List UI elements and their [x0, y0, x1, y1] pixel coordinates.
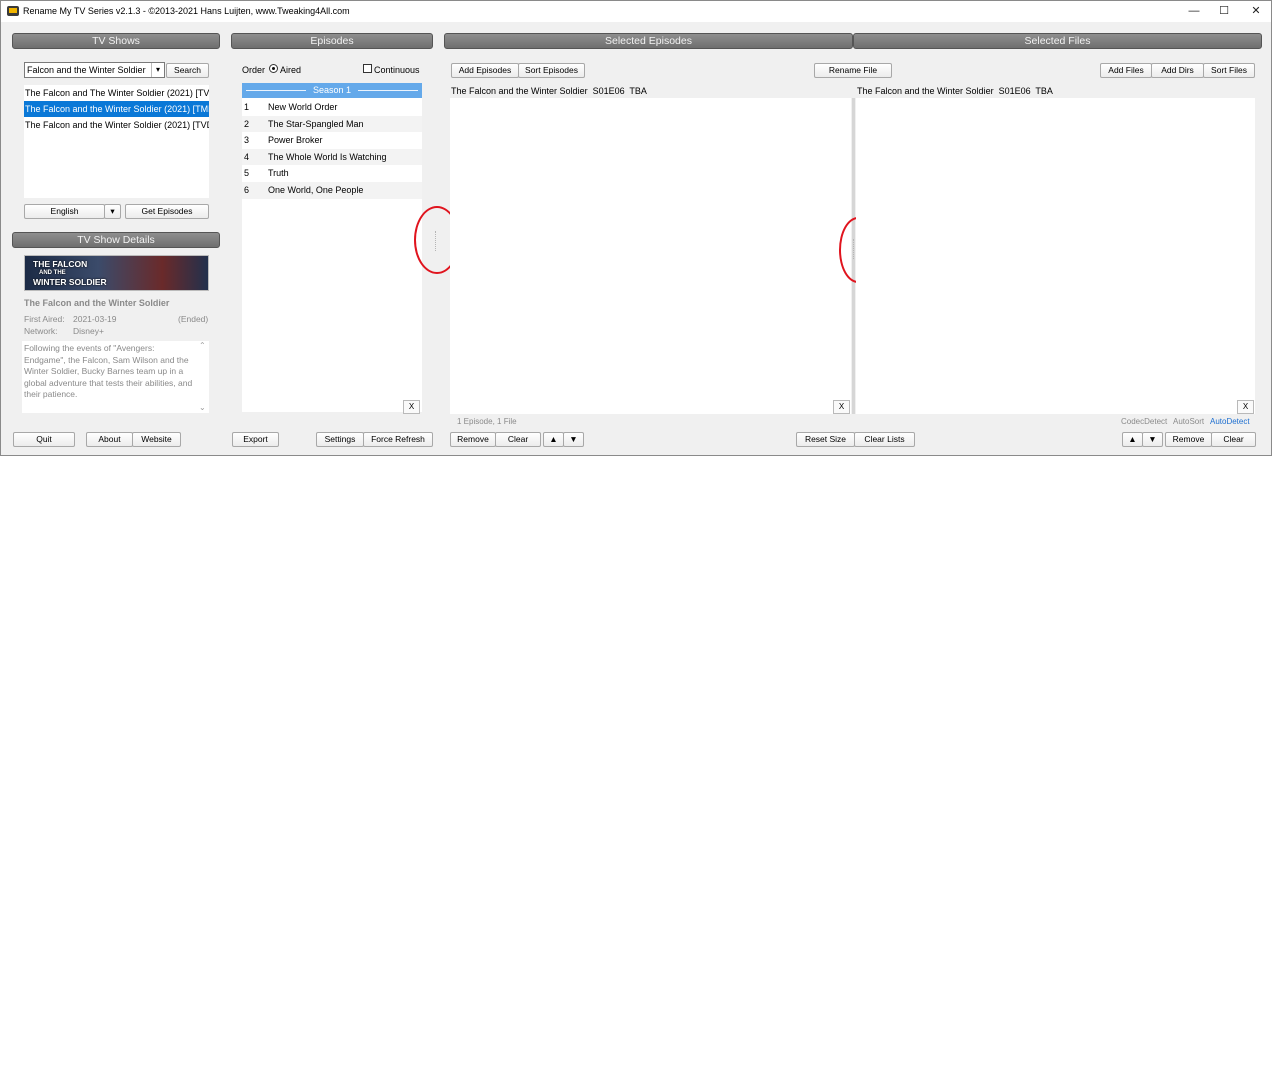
move-up-icon[interactable]: ▲: [1122, 432, 1143, 447]
move-up-icon[interactable]: ▲: [543, 432, 564, 447]
auto-detect-toggle[interactable]: AutoDetect: [1210, 417, 1250, 426]
continuous-checkbox[interactable]: [363, 64, 372, 73]
episode-number: 1: [244, 102, 250, 112]
season-label: Season 1: [312, 85, 352, 95]
selected-files-list[interactable]: [856, 98, 1255, 414]
app-window: Rename My TV Series v2.1.3 - ©2013-2021 …: [0, 0, 1272, 456]
show-results-list[interactable]: The Falcon and The Winter Soldier (2021)…: [24, 85, 209, 198]
app-logo-icon: [7, 6, 19, 16]
quit-button[interactable]: Quit: [13, 432, 75, 447]
network-value: Disney+: [73, 326, 104, 336]
episode-title: The Whole World Is Watching: [268, 151, 387, 162]
minimize-button[interactable]: —: [1177, 1, 1211, 22]
tv-shows-header: TV Shows: [12, 33, 220, 49]
show-title: The Falcon and the Winter Soldier: [24, 298, 170, 308]
search-input[interactable]: Falcon and the Winter Soldier: [25, 63, 149, 77]
clear-selected-files-x-button[interactable]: X: [1237, 400, 1254, 414]
move-down-icon[interactable]: ▼: [1142, 432, 1163, 447]
show-search-combobox[interactable]: Falcon and the Winter Soldier ▾: [24, 62, 165, 78]
tv-show-details-header: TV Show Details: [12, 232, 220, 248]
add-dirs-button[interactable]: Add Dirs: [1151, 63, 1204, 78]
episode-row[interactable]: 6 One World, One People: [242, 182, 422, 199]
close-button[interactable]: ✕: [1239, 1, 1272, 22]
list-item-selected[interactable]: The Falcon and the Winter Soldier (2021)…: [24, 101, 209, 117]
list-item[interactable]: The Falcon and the Winter Soldier (2021)…: [24, 117, 209, 133]
banner-title-line: WINTER SOLDIER: [33, 277, 107, 287]
overview-text: Following the events of "Avengers: Endga…: [24, 343, 193, 400]
sort-files-button[interactable]: Sort Files: [1203, 63, 1255, 78]
reset-size-button[interactable]: Reset Size: [796, 432, 855, 447]
season-divider: [358, 90, 418, 91]
list-item[interactable]: The Falcon and The Winter Soldier (2021)…: [24, 85, 209, 101]
aired-radio[interactable]: [269, 64, 278, 73]
banner-title-line: THE FALCON: [33, 259, 88, 269]
episode-row[interactable]: 4 The Whole World Is Watching: [242, 148, 422, 166]
sort-episodes-button[interactable]: Sort Episodes: [518, 63, 585, 78]
move-down-icon[interactable]: ▼: [563, 432, 584, 447]
language-select[interactable]: English: [24, 204, 105, 219]
first-aired-value: 2021-03-19: [73, 314, 117, 324]
selected-file-entry[interactable]: The Falcon and the Winter Soldier S01E06…: [857, 86, 1053, 96]
episode-title: The Star-Spangled Man: [268, 118, 364, 129]
episode-title: New World Order: [268, 102, 338, 112]
episode-number: 2: [244, 118, 250, 129]
auto-sort-toggle[interactable]: AutoSort: [1173, 417, 1204, 426]
network-label: Network:: [24, 326, 58, 336]
overview-box[interactable]: Following the events of "Avengers: Endga…: [22, 341, 209, 413]
clear-lists-button[interactable]: Clear Lists: [854, 432, 915, 447]
clear-files-button[interactable]: Clear: [1211, 432, 1256, 447]
episode-list[interactable]: Season 1 1 New World Order 2 The Star-Sp…: [242, 83, 422, 412]
chevron-down-icon[interactable]: ▾: [104, 204, 121, 219]
get-episodes-button[interactable]: Get Episodes: [125, 204, 209, 219]
settings-button[interactable]: Settings: [316, 432, 364, 447]
selected-files-header: Selected Files: [853, 33, 1262, 49]
add-episodes-button[interactable]: Add Episodes: [451, 63, 519, 78]
export-button[interactable]: Export: [232, 432, 279, 447]
about-button[interactable]: About: [86, 432, 133, 447]
selected-episode-entry[interactable]: The Falcon and the Winter Soldier S01E06…: [451, 86, 647, 96]
website-button[interactable]: Website: [132, 432, 181, 447]
add-files-button[interactable]: Add Files: [1100, 63, 1152, 78]
episode-title: Power Broker: [268, 135, 323, 146]
maximize-button[interactable]: ☐: [1207, 1, 1241, 22]
episode-row[interactable]: 3 Power Broker: [242, 132, 422, 149]
radio-dot-icon: [272, 67, 275, 70]
order-label: Order: [242, 65, 266, 75]
show-banner-image: THE FALCON AND THE WINTER SOLDIER: [24, 255, 209, 291]
status-badge: (Ended): [178, 314, 209, 324]
aired-label: Aired: [280, 65, 302, 75]
episode-number: 5: [244, 168, 250, 179]
clear-episodes-button[interactable]: Clear: [495, 432, 541, 447]
first-aired-label: First Aired:: [24, 314, 65, 324]
window-title: Rename My TV Series v2.1.3 - ©2013-2021 …: [23, 6, 350, 16]
episode-number: 4: [244, 151, 250, 162]
rename-file-button[interactable]: Rename File: [814, 63, 892, 78]
episode-row[interactable]: 1 New World Order: [242, 99, 422, 116]
selected-episodes-header: Selected Episodes: [444, 33, 853, 49]
search-button[interactable]: Search: [166, 63, 209, 78]
title-bar: Rename My TV Series v2.1.3 - ©2013-2021 …: [1, 1, 1271, 22]
episode-number: 3: [244, 135, 250, 146]
scroll-down-icon[interactable]: ⌄: [199, 403, 206, 412]
remove-file-button[interactable]: Remove: [1165, 432, 1212, 447]
chevron-down-icon[interactable]: ▾: [151, 63, 164, 77]
episode-title: Truth: [268, 168, 289, 179]
remove-episode-button[interactable]: Remove: [450, 432, 496, 447]
codec-detect-toggle[interactable]: CodecDetect: [1121, 417, 1167, 426]
episode-number: 6: [244, 185, 250, 195]
continuous-label: Continuous: [374, 65, 420, 75]
clear-episodes-x-button[interactable]: X: [403, 400, 420, 414]
selected-episodes-list[interactable]: [450, 98, 851, 414]
episode-row[interactable]: 5 Truth: [242, 165, 422, 182]
episode-row[interactable]: 2 The Star-Spangled Man: [242, 115, 422, 133]
force-refresh-button[interactable]: Force Refresh: [363, 432, 433, 447]
season-divider: [246, 90, 306, 91]
season-group-header[interactable]: Season 1: [242, 83, 422, 98]
episodes-header: Episodes: [231, 33, 433, 49]
clear-selected-episodes-x-button[interactable]: X: [833, 400, 850, 414]
episode-file-count: 1 Episode, 1 File: [457, 417, 517, 426]
episode-title: One World, One People: [268, 185, 364, 195]
scroll-up-icon[interactable]: ⌃: [199, 341, 206, 350]
